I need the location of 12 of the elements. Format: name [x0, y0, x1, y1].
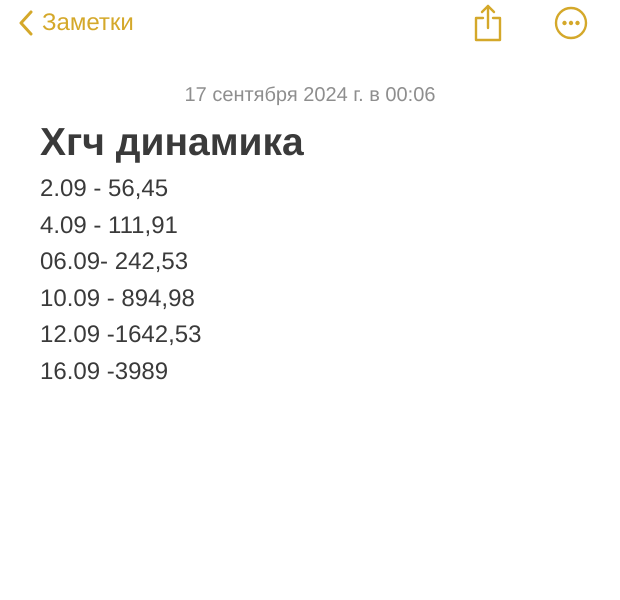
- note-line: 06.09- 242,53: [40, 247, 190, 277]
- note-line: 16.09 -3989: [40, 356, 170, 386]
- note-line: 12.09 -1642,53: [40, 320, 202, 350]
- back-button[interactable]: Заметки: [18, 9, 134, 37]
- more-icon[interactable]: [554, 6, 588, 40]
- note-line: 10.09 - 894,98: [40, 284, 196, 314]
- note-timestamp: 17 сентября 2024 г. в 00:06: [184, 84, 436, 107]
- share-icon[interactable]: [472, 4, 504, 42]
- chevron-left-icon: [18, 10, 34, 36]
- note-line: 2.09 - 56,45: [40, 174, 170, 204]
- note-line: 4.09 - 111,91: [40, 210, 179, 240]
- note-title: Хгч динамика: [40, 121, 305, 165]
